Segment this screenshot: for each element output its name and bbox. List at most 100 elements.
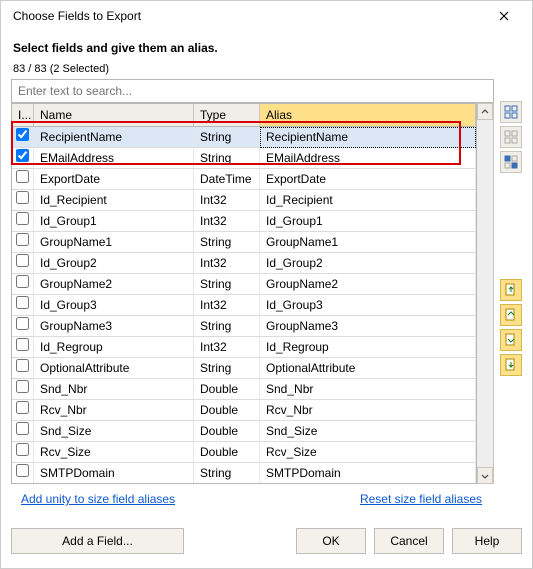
- select-none-button[interactable]: [500, 126, 522, 148]
- ok-button[interactable]: OK: [296, 528, 366, 554]
- table-row[interactable]: Id_Group1Int32Id_Group1: [12, 211, 476, 232]
- table-row[interactable]: Id_RecipientInt32Id_Recipient: [12, 190, 476, 211]
- table-row[interactable]: EMailAddressStringEMailAddress: [12, 148, 476, 169]
- row-alias[interactable]: Id_Recipient: [260, 190, 476, 211]
- row-alias[interactable]: RecipientName: [260, 127, 476, 148]
- row-checkbox[interactable]: [16, 380, 29, 393]
- table-row[interactable]: GroupName3StringGroupName3: [12, 316, 476, 337]
- move-down-button[interactable]: [500, 329, 522, 351]
- row-checkbox[interactable]: [16, 128, 29, 141]
- row-checkbox[interactable]: [16, 149, 29, 162]
- row-alias[interactable]: EMailAddress: [260, 148, 476, 169]
- row-checkbox-cell: [12, 274, 34, 295]
- row-checkbox[interactable]: [16, 338, 29, 351]
- row-type: String: [194, 127, 260, 148]
- search-input[interactable]: [11, 79, 494, 103]
- close-button[interactable]: [484, 2, 524, 30]
- row-type: String: [194, 148, 260, 169]
- row-alias[interactable]: Id_Group1: [260, 211, 476, 232]
- row-alias[interactable]: SMTPDomain: [260, 463, 476, 483]
- row-type: DateTime: [194, 169, 260, 190]
- reset-aliases-link[interactable]: Reset size field aliases: [360, 492, 482, 506]
- row-alias[interactable]: GroupName3: [260, 316, 476, 337]
- scroll-up-button[interactable]: [477, 103, 493, 120]
- row-alias[interactable]: Id_Group3: [260, 295, 476, 316]
- add-unity-link[interactable]: Add unity to size field aliases: [21, 492, 175, 506]
- row-alias[interactable]: Rcv_Size: [260, 442, 476, 463]
- row-checkbox-cell: [12, 211, 34, 232]
- row-checkbox-cell: [12, 358, 34, 379]
- table-row[interactable]: Rcv_NbrDoubleRcv_Nbr: [12, 400, 476, 421]
- col-include[interactable]: I...: [12, 103, 34, 127]
- table-row[interactable]: OptionalAttributeStringOptionalAttribute: [12, 358, 476, 379]
- row-checkbox[interactable]: [16, 275, 29, 288]
- table-row[interactable]: Snd_NbrDoubleSnd_Nbr: [12, 379, 476, 400]
- row-checkbox[interactable]: [16, 317, 29, 330]
- row-checkbox[interactable]: [16, 212, 29, 225]
- col-alias[interactable]: Alias: [260, 103, 476, 127]
- row-checkbox-cell: [12, 400, 34, 421]
- doc-bottom-icon: [504, 358, 518, 372]
- move-up-button[interactable]: [500, 304, 522, 326]
- move-bottom-button[interactable]: [500, 354, 522, 376]
- table-row[interactable]: RecipientNameStringRecipientName: [12, 127, 476, 148]
- row-checkbox-cell: [12, 337, 34, 358]
- row-alias[interactable]: Id_Regroup: [260, 337, 476, 358]
- row-type: Double: [194, 379, 260, 400]
- row-name: Id_Group1: [34, 211, 194, 232]
- grid-invert-icon: [504, 155, 518, 169]
- help-button[interactable]: Help: [452, 528, 522, 554]
- selection-count: 83 / 83 (2 Selected): [13, 63, 522, 75]
- row-checkbox[interactable]: [16, 401, 29, 414]
- row-checkbox[interactable]: [16, 233, 29, 246]
- col-type[interactable]: Type: [194, 103, 260, 127]
- row-name: RecipientName: [34, 127, 194, 148]
- row-checkbox[interactable]: [16, 170, 29, 183]
- fields-grid: I... Name Type Alias RecipientNameString…: [11, 103, 477, 484]
- row-checkbox-cell: [12, 295, 34, 316]
- row-alias[interactable]: GroupName2: [260, 274, 476, 295]
- row-checkbox[interactable]: [16, 191, 29, 204]
- instruction-text: Select fields and give them an alias.: [13, 41, 522, 55]
- row-alias[interactable]: ExportDate: [260, 169, 476, 190]
- table-row[interactable]: Id_Group2Int32Id_Group2: [12, 253, 476, 274]
- row-checkbox[interactable]: [16, 443, 29, 456]
- table-row[interactable]: ExportDateDateTimeExportDate: [12, 169, 476, 190]
- table-row[interactable]: Id_Group3Int32Id_Group3: [12, 295, 476, 316]
- row-checkbox[interactable]: [16, 254, 29, 267]
- row-checkbox[interactable]: [16, 422, 29, 435]
- table-row[interactable]: GroupName1StringGroupName1: [12, 232, 476, 253]
- scroll-down-button[interactable]: [477, 467, 493, 484]
- row-name: EMailAddress: [34, 148, 194, 169]
- row-checkbox[interactable]: [16, 359, 29, 372]
- col-name[interactable]: Name: [34, 103, 194, 127]
- scrollbar[interactable]: [477, 103, 494, 484]
- table-row[interactable]: SMTPDomainStringSMTPDomain: [12, 463, 476, 483]
- table-row[interactable]: GroupName2StringGroupName2: [12, 274, 476, 295]
- row-alias[interactable]: Rcv_Nbr: [260, 400, 476, 421]
- row-alias[interactable]: Id_Group2: [260, 253, 476, 274]
- row-alias[interactable]: GroupName1: [260, 232, 476, 253]
- row-name: GroupName3: [34, 316, 194, 337]
- row-name: Id_Regroup: [34, 337, 194, 358]
- select-all-button[interactable]: [500, 101, 522, 123]
- doc-top-icon: [504, 283, 518, 297]
- table-row[interactable]: Rcv_SizeDoubleRcv_Size: [12, 442, 476, 463]
- move-top-button[interactable]: [500, 279, 522, 301]
- row-checkbox-cell: [12, 463, 34, 483]
- row-alias[interactable]: OptionalAttribute: [260, 358, 476, 379]
- grid-all-icon: [504, 105, 518, 119]
- add-field-button[interactable]: Add a Field...: [11, 528, 184, 554]
- table-row[interactable]: Id_RegroupInt32Id_Regroup: [12, 337, 476, 358]
- row-alias[interactable]: Snd_Size: [260, 421, 476, 442]
- row-checkbox[interactable]: [16, 464, 29, 477]
- table-row[interactable]: Snd_SizeDoubleSnd_Size: [12, 421, 476, 442]
- row-type: String: [194, 358, 260, 379]
- invert-select-button[interactable]: [500, 151, 522, 173]
- row-checkbox[interactable]: [16, 296, 29, 309]
- row-alias[interactable]: Snd_Nbr: [260, 379, 476, 400]
- row-name: SMTPDomain: [34, 463, 194, 483]
- cancel-button[interactable]: Cancel: [374, 528, 444, 554]
- row-checkbox-cell: [12, 379, 34, 400]
- row-name: Snd_Size: [34, 421, 194, 442]
